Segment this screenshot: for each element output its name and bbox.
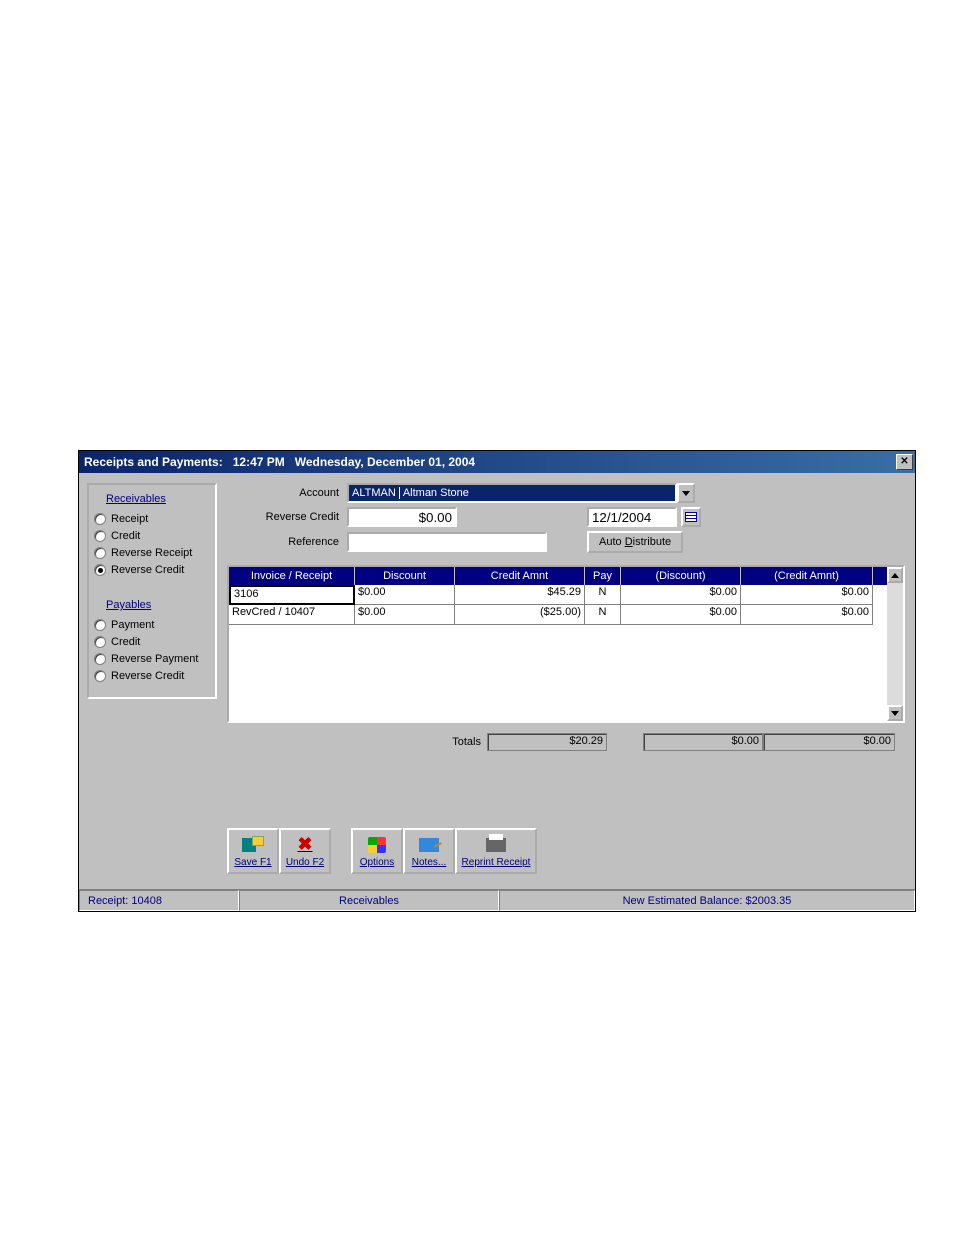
toolbar: Save F1 ✖ Undo F2 Options Notes... R <box>227 828 537 874</box>
grid-header: Invoice / Receipt Discount Credit Amnt P… <box>229 567 903 585</box>
titlebar: Receipts and Payments: 12:47 PM Wednesda… <box>79 451 915 473</box>
undo-button[interactable]: ✖ Undo F2 <box>279 828 331 874</box>
scroll-down-button[interactable] <box>887 705 903 721</box>
chevron-down-icon <box>682 491 690 496</box>
calendar-button[interactable] <box>681 507 701 527</box>
chevron-down-icon <box>891 711 899 716</box>
total-pdiscount: $0.00 <box>643 733 763 751</box>
save-icon <box>242 836 264 854</box>
reverse-credit-label: Reverse Credit <box>227 511 347 523</box>
auto-distribute-button[interactable]: Auto Distribute <box>587 531 683 553</box>
grid-scrollbar[interactable] <box>887 567 903 721</box>
options-icon <box>368 837 386 853</box>
radio-credit-recv[interactable]: Credit <box>94 530 210 542</box>
account-label: Account <box>227 487 347 499</box>
radio-receipt[interactable]: Receipt <box>94 513 210 525</box>
payables-header: Payables <box>94 599 210 611</box>
title-date: Wednesday, December 01, 2004 <box>295 455 475 469</box>
date-input[interactable] <box>587 507 677 527</box>
printer-icon <box>486 838 506 852</box>
grid-body: 3106 $0.00 $45.29 N $0.00 $0.00 RevCred … <box>229 585 903 721</box>
radio-reverse-credit-recv[interactable]: Reverse Credit <box>94 564 210 576</box>
scroll-up-button[interactable] <box>887 567 903 583</box>
radio-reverse-receipt[interactable]: Reverse Receipt <box>94 547 210 559</box>
distribution-grid: Invoice / Receipt Discount Credit Amnt P… <box>227 565 905 723</box>
totals-row: Totals $20.29 $0.00 $0.00 <box>227 733 905 751</box>
total-pcredit: $0.00 <box>763 733 895 751</box>
account-name: Altman Stone <box>403 487 469 499</box>
total-credit: $20.29 <box>487 733 607 751</box>
status-module: Receivables <box>239 890 499 911</box>
status-balance: New Estimated Balance: $2003.35 <box>499 890 915 911</box>
close-icon: ✕ <box>900 457 908 467</box>
radio-reverse-payment[interactable]: Reverse Payment <box>94 653 210 665</box>
close-button[interactable]: ✕ <box>896 454 913 470</box>
transaction-type-sidebar: Receivables Receipt Credit Reverse Recei… <box>87 483 217 699</box>
receipts-payments-window: Receipts and Payments: 12:47 PM Wednesda… <box>78 450 916 912</box>
save-button[interactable]: Save F1 <box>227 828 279 874</box>
account-code: ALTMAN <box>352 487 400 499</box>
notes-icon <box>419 838 439 852</box>
radio-payment[interactable]: Payment <box>94 619 210 631</box>
reprint-receipt-button[interactable]: Reprint Receipt <box>455 828 537 874</box>
chevron-up-icon <box>891 573 899 578</box>
reference-label: Reference <box>227 536 347 548</box>
account-dropdown-button[interactable] <box>677 483 695 503</box>
status-receipt: Receipt: 10408 <box>79 890 239 911</box>
account-combo[interactable]: ALTMAN Altman Stone <box>347 483 695 503</box>
grid-row[interactable]: 3106 $0.00 $45.29 N $0.00 $0.00 <box>229 585 903 605</box>
radio-credit-pay[interactable]: Credit <box>94 636 210 648</box>
options-button[interactable]: Options <box>351 828 403 874</box>
delete-icon: ✖ <box>297 834 312 855</box>
reverse-credit-input[interactable] <box>347 507 457 527</box>
reference-input[interactable] <box>347 532 547 552</box>
totals-label: Totals <box>227 736 487 748</box>
receivables-header: Receivables <box>94 493 210 505</box>
grid-row[interactable]: RevCred / 10407 $0.00 ($25.00) N $0.00 $… <box>229 605 903 625</box>
title-prefix: Receipts and Payments: <box>84 455 223 469</box>
status-bar: Receipt: 10408 Receivables New Estimated… <box>79 889 915 911</box>
notes-button[interactable]: Notes... <box>403 828 455 874</box>
title-time: 12:47 PM <box>233 455 285 469</box>
form-area: Account ALTMAN Altman Stone Reverse Cred… <box>227 483 905 557</box>
radio-reverse-credit-pay[interactable]: Reverse Credit <box>94 670 210 682</box>
calendar-icon <box>685 512 697 522</box>
